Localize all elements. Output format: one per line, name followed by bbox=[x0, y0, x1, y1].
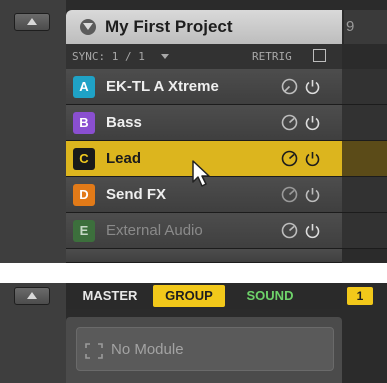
power-icon[interactable] bbox=[304, 114, 321, 131]
power-icon[interactable] bbox=[304, 222, 321, 239]
collapse-chevron-icon[interactable] bbox=[80, 19, 96, 35]
module-panel: No Module bbox=[66, 317, 342, 383]
pattern-column-header: 9 bbox=[344, 10, 387, 44]
group-row-a[interactable]: A EK-TL A Xtreme bbox=[66, 69, 342, 105]
arrow-up-icon bbox=[27, 18, 37, 25]
group-letter-badge: A bbox=[73, 76, 95, 98]
group-list-panel: My First Project 9 SYNC: 1 / 1 RETRIG A … bbox=[0, 0, 387, 263]
retrig-checkbox[interactable] bbox=[313, 49, 326, 62]
left-sidebar bbox=[0, 0, 66, 263]
mute-knob-icon[interactable] bbox=[281, 150, 298, 167]
sync-dropdown-icon[interactable] bbox=[161, 54, 169, 59]
collapse-up-button[interactable] bbox=[14, 287, 50, 305]
mute-knob-icon[interactable] bbox=[281, 222, 298, 239]
group-name: EK-TL A Xtreme bbox=[106, 78, 219, 95]
pattern-slot[interactable] bbox=[342, 177, 387, 213]
group-row-next bbox=[66, 249, 342, 263]
power-icon[interactable] bbox=[304, 150, 321, 167]
power-icon[interactable] bbox=[304, 186, 321, 203]
group-name: Lead bbox=[106, 150, 142, 167]
sync-row: SYNC: 1 / 1 RETRIG bbox=[66, 44, 342, 69]
arrow-up-icon bbox=[27, 292, 37, 299]
tab-sound[interactable]: SOUND bbox=[232, 285, 308, 307]
group-letter-badge: E bbox=[73, 220, 95, 242]
group-name: Send FX bbox=[106, 186, 167, 203]
tab-group[interactable]: GROUP bbox=[153, 285, 225, 307]
power-icon[interactable] bbox=[304, 78, 321, 95]
group-letter-badge: B bbox=[73, 112, 95, 134]
group-row-b[interactable]: B Bass bbox=[66, 105, 342, 141]
column-number: 9 bbox=[346, 18, 355, 35]
empty-module-icon bbox=[85, 343, 103, 359]
mute-knob-icon[interactable] bbox=[281, 114, 298, 131]
group-letter-badge: C bbox=[73, 148, 95, 170]
pattern-slot[interactable] bbox=[342, 141, 387, 177]
tab-bar: MASTER GROUP SOUND bbox=[66, 283, 342, 309]
group-name: Bass bbox=[106, 114, 142, 131]
project-title: My First Project bbox=[105, 17, 233, 36]
mute-knob-icon[interactable] bbox=[281, 186, 298, 203]
sync-selector[interactable]: SYNC: 1 / 1 bbox=[72, 50, 145, 63]
module-slot[interactable]: No Module bbox=[76, 327, 334, 371]
group-row-e[interactable]: E External Audio bbox=[66, 213, 342, 249]
collapse-up-button[interactable] bbox=[14, 13, 50, 31]
group-name: External Audio bbox=[106, 222, 203, 239]
pattern-slot[interactable] bbox=[342, 69, 387, 105]
project-header[interactable]: My First Project bbox=[66, 10, 342, 44]
slot-number-badge[interactable]: 1 bbox=[347, 287, 373, 305]
control-panel: MASTER GROUP SOUND 1 No Module bbox=[0, 283, 387, 383]
group-letter-badge: D bbox=[73, 184, 95, 206]
pattern-slot[interactable] bbox=[342, 213, 387, 249]
mute-knob-icon[interactable] bbox=[281, 78, 298, 95]
pattern-slot[interactable] bbox=[342, 105, 387, 141]
module-label: No Module bbox=[111, 341, 184, 358]
retrig-label: RETRIG bbox=[252, 50, 292, 63]
tab-master[interactable]: MASTER bbox=[74, 285, 146, 307]
mouse-cursor-icon bbox=[192, 160, 210, 187]
left-sidebar bbox=[0, 283, 66, 383]
